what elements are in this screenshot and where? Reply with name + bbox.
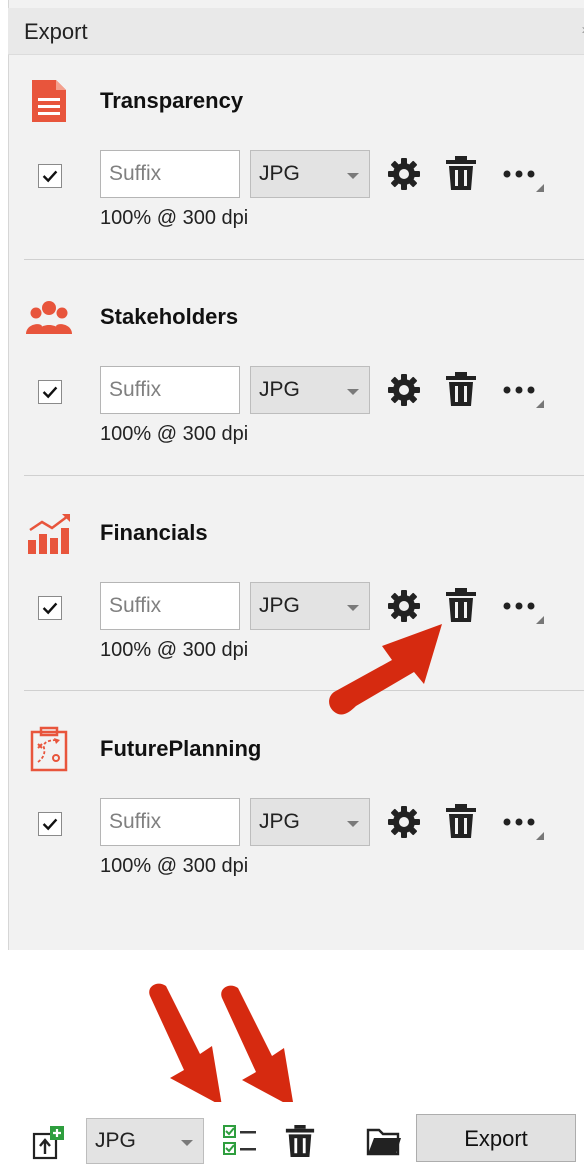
suffix-input[interactable]	[100, 150, 240, 198]
resolution-label: 100% @ 300 dpi	[100, 639, 249, 661]
format-dropdown[interactable]: JPG	[250, 798, 370, 846]
suffix-input[interactable]	[100, 366, 240, 414]
checkmark-icon	[42, 818, 58, 831]
gear-icon[interactable]	[386, 372, 422, 408]
format-value: JPG	[259, 594, 300, 617]
export-item-checkbox[interactable]	[38, 596, 62, 620]
chevron-down-icon	[347, 605, 359, 611]
more-options-icon[interactable]	[498, 806, 548, 842]
export-item-financials: Financials JPG 100% @ 300 dpi	[8, 490, 584, 706]
export-item-name: FuturePlanning	[100, 736, 262, 761]
annotation-arrow	[149, 983, 222, 1106]
chevron-down-icon	[347, 173, 359, 179]
format-value: JPG	[259, 378, 300, 401]
export-item-checkbox[interactable]	[38, 164, 62, 188]
format-value: JPG	[95, 1129, 136, 1152]
export-item-name: Financials	[100, 520, 208, 545]
document-icon	[32, 80, 66, 122]
clipboard-plan-icon	[30, 726, 68, 772]
resolution-label: 100% @ 300 dpi	[100, 423, 249, 445]
suffix-input[interactable]	[100, 798, 240, 846]
section-divider	[24, 259, 584, 260]
export-item-name: Stakeholders	[100, 304, 239, 329]
add-export-icon[interactable]	[30, 1124, 66, 1160]
export-button[interactable]: Export	[416, 1114, 576, 1162]
gear-icon[interactable]	[386, 156, 422, 192]
format-value: JPG	[259, 162, 300, 185]
bar-chart-icon	[28, 514, 70, 554]
more-options-icon[interactable]	[498, 590, 548, 626]
export-item-stakeholders: Stakeholders JPG 100% @ 300 dpi	[8, 274, 584, 490]
gear-icon[interactable]	[386, 588, 422, 624]
more-options-icon[interactable]	[498, 158, 548, 194]
format-dropdown[interactable]: JPG	[250, 150, 370, 198]
section-divider	[24, 690, 584, 691]
trash-icon[interactable]	[444, 586, 478, 624]
format-dropdown[interactable]: JPG	[86, 1118, 204, 1164]
annotation-arrow	[221, 985, 294, 1108]
export-item-checkbox[interactable]	[38, 812, 62, 836]
folder-icon[interactable]	[366, 1124, 402, 1156]
panel-header: Export »	[8, 8, 584, 55]
trash-icon[interactable]	[284, 1122, 316, 1160]
export-item-futureplanning: FuturePlanning JPG 100% @ 300 dpi	[8, 706, 584, 922]
panel-title: Export	[24, 19, 88, 44]
chevron-down-icon	[181, 1140, 193, 1146]
format-value: JPG	[259, 810, 300, 833]
select-all-icon[interactable]	[222, 1124, 260, 1158]
resolution-label: 100% @ 300 dpi	[100, 855, 249, 877]
trash-icon[interactable]	[444, 154, 478, 192]
section-divider	[24, 475, 584, 476]
suffix-input[interactable]	[100, 582, 240, 630]
export-item-transparency: Transparency JPG 100% @ 300 dpi	[8, 58, 584, 274]
gear-icon[interactable]	[386, 804, 422, 840]
export-item-name: Transparency	[100, 88, 244, 113]
more-options-icon[interactable]	[498, 374, 548, 410]
format-dropdown[interactable]: JPG	[250, 366, 370, 414]
chevron-down-icon	[347, 821, 359, 827]
trash-icon[interactable]	[444, 802, 478, 840]
chevron-down-icon	[347, 389, 359, 395]
export-item-checkbox[interactable]	[38, 380, 62, 404]
resolution-label: 100% @ 300 dpi	[100, 207, 249, 229]
export-footer: JPG Export	[0, 1102, 584, 1164]
checkmark-icon	[42, 170, 58, 183]
format-dropdown[interactable]: JPG	[250, 582, 370, 630]
checkmark-icon	[42, 386, 58, 399]
trash-icon[interactable]	[444, 370, 478, 408]
people-icon	[26, 301, 72, 334]
checkmark-icon	[42, 602, 58, 615]
